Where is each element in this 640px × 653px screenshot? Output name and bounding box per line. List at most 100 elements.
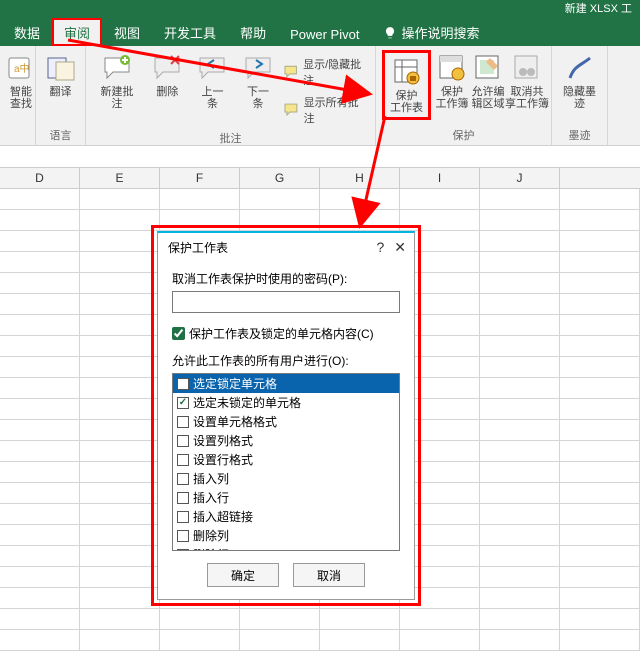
cell[interactable] xyxy=(80,210,160,231)
cell[interactable] xyxy=(480,420,560,441)
checkbox-icon[interactable] xyxy=(177,416,189,428)
formula-bar[interactable] xyxy=(0,146,640,168)
cell[interactable] xyxy=(560,483,640,504)
cell[interactable] xyxy=(0,609,80,630)
cell[interactable] xyxy=(0,399,80,420)
cell[interactable] xyxy=(0,231,80,252)
checkbox-icon[interactable] xyxy=(177,492,189,504)
protect-workbook-button[interactable]: 保护 工作簿 xyxy=(437,50,467,112)
cell[interactable] xyxy=(480,567,560,588)
cell[interactable] xyxy=(160,630,240,651)
cell[interactable] xyxy=(0,378,80,399)
checkbox-icon[interactable] xyxy=(177,549,189,552)
cell[interactable] xyxy=(80,504,160,525)
permission-option[interactable]: 设置列格式 xyxy=(173,431,399,450)
cell[interactable] xyxy=(560,609,640,630)
cell[interactable] xyxy=(560,210,640,231)
permissions-list[interactable]: 选定锁定单元格选定未锁定的单元格设置单元格格式设置列格式设置行格式插入列插入行插… xyxy=(172,373,400,551)
cell[interactable] xyxy=(0,210,80,231)
cell[interactable] xyxy=(560,588,640,609)
cell[interactable] xyxy=(0,462,80,483)
cell[interactable] xyxy=(560,546,640,567)
cell[interactable] xyxy=(560,273,640,294)
checkbox-icon[interactable] xyxy=(177,435,189,447)
cell[interactable] xyxy=(0,504,80,525)
tab-review[interactable]: 审阅 xyxy=(52,18,102,46)
cell[interactable] xyxy=(80,567,160,588)
cell[interactable] xyxy=(80,315,160,336)
col-header[interactable]: E xyxy=(80,168,160,188)
protect-contents-checkbox[interactable]: 保护工作表及锁定的单元格内容(C) xyxy=(172,325,400,342)
tab-power-pivot[interactable]: Power Pivot xyxy=(278,22,371,46)
cell[interactable] xyxy=(560,420,640,441)
col-header[interactable]: G xyxy=(240,168,320,188)
cell[interactable] xyxy=(560,231,640,252)
cell[interactable] xyxy=(0,483,80,504)
cell[interactable] xyxy=(560,252,640,273)
cell[interactable] xyxy=(80,378,160,399)
cell[interactable] xyxy=(480,525,560,546)
cell[interactable] xyxy=(80,630,160,651)
tab-view[interactable]: 视图 xyxy=(102,18,152,46)
cell[interactable] xyxy=(480,588,560,609)
cell[interactable] xyxy=(80,441,160,462)
permission-option[interactable]: 选定锁定单元格 xyxy=(173,374,399,393)
cell[interactable] xyxy=(80,525,160,546)
cell[interactable] xyxy=(80,609,160,630)
checkbox-icon[interactable] xyxy=(177,397,189,409)
cell[interactable] xyxy=(240,630,320,651)
hide-ink-button[interactable]: 隐藏墨 迹 xyxy=(558,50,601,112)
cell[interactable] xyxy=(80,231,160,252)
cell[interactable] xyxy=(0,441,80,462)
cell[interactable] xyxy=(0,630,80,651)
cell[interactable] xyxy=(160,609,240,630)
checkbox-icon[interactable] xyxy=(177,454,189,466)
cell[interactable] xyxy=(480,378,560,399)
cell[interactable] xyxy=(80,399,160,420)
cell[interactable] xyxy=(0,273,80,294)
dialog-help-button[interactable]: ? xyxy=(376,239,384,256)
cancel-button[interactable]: 取消 xyxy=(293,563,365,587)
cell[interactable] xyxy=(480,252,560,273)
cell[interactable] xyxy=(480,609,560,630)
cell[interactable] xyxy=(480,483,560,504)
smart-lookup-button[interactable]: a中 智能 查找 xyxy=(6,50,36,112)
cell[interactable] xyxy=(480,210,560,231)
cell[interactable] xyxy=(80,336,160,357)
cell[interactable] xyxy=(0,525,80,546)
translate-button[interactable]: 翻译 xyxy=(42,50,79,100)
cell[interactable] xyxy=(160,189,240,210)
cell[interactable] xyxy=(560,315,640,336)
cell[interactable] xyxy=(0,588,80,609)
cell[interactable] xyxy=(0,420,80,441)
cell[interactable] xyxy=(560,399,640,420)
cell[interactable] xyxy=(560,630,640,651)
cell[interactable] xyxy=(480,399,560,420)
cell[interactable] xyxy=(560,357,640,378)
cell[interactable] xyxy=(80,273,160,294)
col-header[interactable]: J xyxy=(480,168,560,188)
cell[interactable] xyxy=(80,483,160,504)
unshare-workbook-button[interactable]: 取消共 享工作簿 xyxy=(509,50,545,112)
cell[interactable] xyxy=(480,504,560,525)
new-comment-button[interactable]: 新建批注 xyxy=(92,50,142,112)
prev-comment-button[interactable]: 上一条 xyxy=(193,50,233,112)
tab-tellme[interactable]: 操作说明搜索 xyxy=(371,18,491,46)
permission-option[interactable]: 插入行 xyxy=(173,488,399,507)
permission-option[interactable]: 插入列 xyxy=(173,469,399,488)
cell[interactable] xyxy=(560,441,640,462)
cell[interactable] xyxy=(480,231,560,252)
cell[interactable] xyxy=(0,546,80,567)
cell[interactable] xyxy=(320,630,400,651)
cell[interactable] xyxy=(0,315,80,336)
tab-help[interactable]: 帮助 xyxy=(228,18,278,46)
tab-data[interactable]: 数据 xyxy=(2,18,52,46)
cell[interactable] xyxy=(560,462,640,483)
permission-option[interactable]: 插入超链接 xyxy=(173,507,399,526)
cell[interactable] xyxy=(320,609,400,630)
cell[interactable] xyxy=(80,420,160,441)
cell[interactable] xyxy=(0,252,80,273)
col-header[interactable]: F xyxy=(160,168,240,188)
permission-option[interactable]: 设置行格式 xyxy=(173,450,399,469)
protect-sheet-button[interactable]: 保护 工作表 xyxy=(386,54,427,116)
